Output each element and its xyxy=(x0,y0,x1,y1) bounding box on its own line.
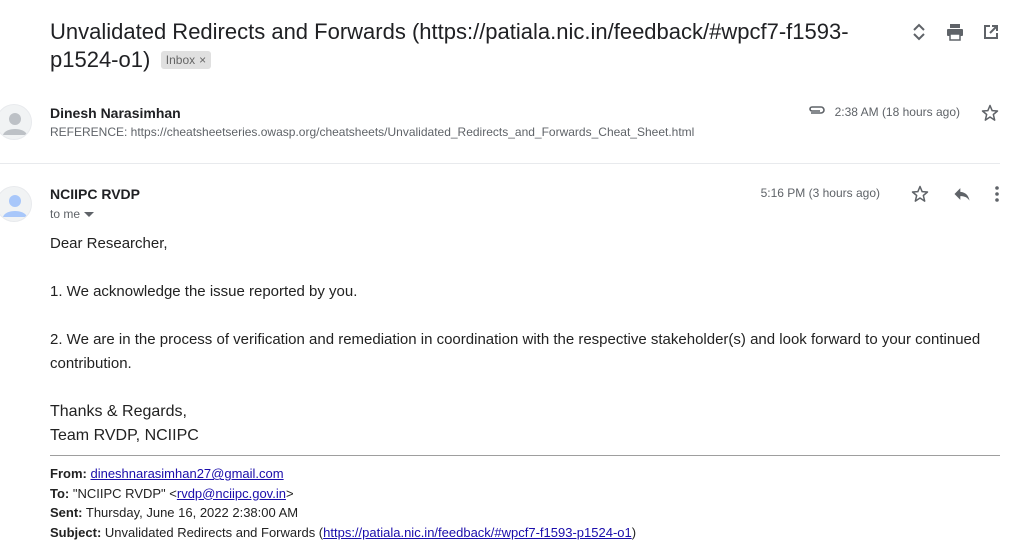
message1-time: 2:38 AM (18 hours ago) xyxy=(834,104,960,119)
recipient-text: to me xyxy=(50,207,81,221)
signature: Team RVDP, NCIIPC xyxy=(50,427,199,444)
star-icon[interactable] xyxy=(980,103,1000,128)
chevron-down-icon xyxy=(84,207,95,221)
quoted-from: From: dineshnarasimhan27@gmail.com xyxy=(50,466,284,481)
more-options-icon[interactable] xyxy=(994,184,1000,209)
print-icon[interactable] xyxy=(946,22,964,42)
subject-link[interactable]: https://patiala.nic.in/feedback/#wpcf7-f… xyxy=(323,525,632,540)
avatar xyxy=(0,104,32,140)
message1-meta: 2:38 AM (18 hours ago) xyxy=(807,104,960,119)
message-divider xyxy=(0,163,1000,164)
message1-sender[interactable]: Dinesh Narasimhan xyxy=(50,105,181,121)
from-email-link[interactable]: dineshnarasimhan27@gmail.com xyxy=(90,466,283,481)
attachment-icon xyxy=(807,104,827,119)
avatar xyxy=(0,186,32,222)
thread-header: Unvalidated Redirects and Forwards (http… xyxy=(50,18,870,74)
open-in-new-window-icon[interactable] xyxy=(982,22,1000,42)
body-point-2: 2. We are in the process of verification… xyxy=(50,331,981,372)
greeting: Dear Researcher, xyxy=(50,235,168,252)
inbox-label-chip[interactable]: Inbox × xyxy=(160,51,212,69)
thread-toolbar xyxy=(910,22,1000,42)
quoted-to: To: "NCIIPC RVDP" <rvdp@nciipc.gov.in> xyxy=(50,485,294,501)
remove-label-icon[interactable]: × xyxy=(199,53,206,67)
to-email-link[interactable]: rvdp@nciipc.gov.in xyxy=(177,486,286,501)
recipient-details-toggle[interactable]: to me xyxy=(50,207,95,221)
expand-collapse-icon[interactable] xyxy=(910,22,928,42)
message1-snippet[interactable]: REFERENCE: https://cheatsheetseries.owas… xyxy=(50,125,694,139)
message2-sender[interactable]: NCIIPC RVDP xyxy=(50,186,140,202)
sign-off: Thanks & Regards, xyxy=(50,403,187,420)
message2-body: Dear Researcher, 1. We acknowledge the i… xyxy=(50,232,990,448)
quoted-divider xyxy=(50,455,1000,456)
quoted-sent: Sent: Thursday, June 16, 2022 2:38:00 AM xyxy=(50,505,299,520)
message2-time: 5:16 PM (3 hours ago) xyxy=(760,186,880,200)
star-icon[interactable] xyxy=(910,184,930,209)
message2-actions xyxy=(910,184,1000,209)
reply-icon[interactable] xyxy=(952,184,972,209)
body-point-1: 1. We acknowledge the issue reported by … xyxy=(50,283,358,300)
label-text: Inbox xyxy=(165,53,196,67)
quoted-subject: Subject: Unvalidated Redirects and Forwa… xyxy=(50,524,637,540)
quoted-headers: From: dineshnarasimhan27@gmail.com To: "… xyxy=(50,464,636,542)
